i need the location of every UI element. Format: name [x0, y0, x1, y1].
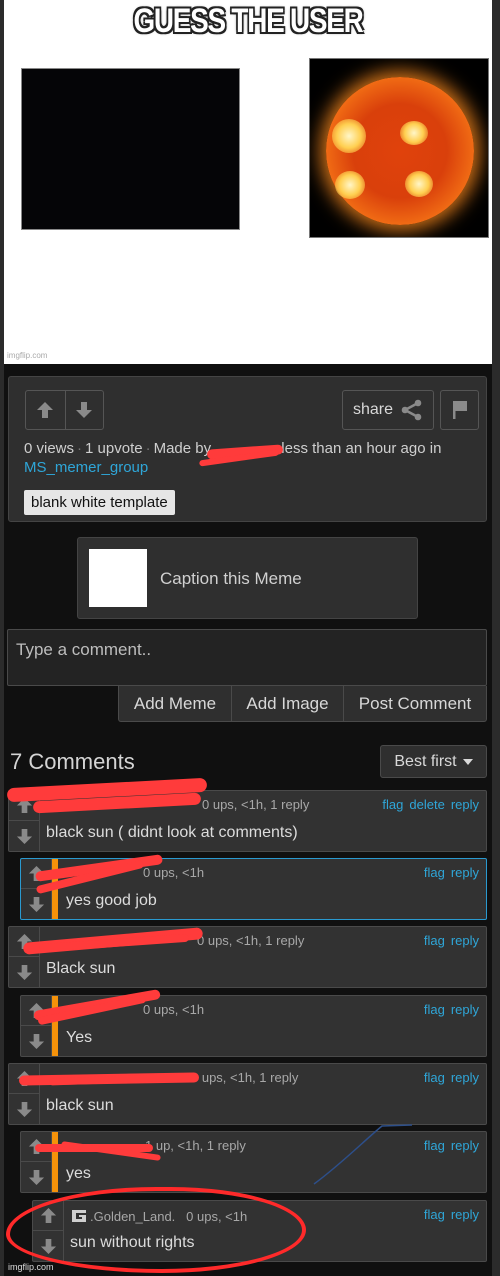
comment-actions: flag reply [424, 1002, 479, 1017]
sun-panel [309, 58, 489, 238]
comment-downvote-button[interactable] [9, 957, 39, 987]
comment-vote [9, 1064, 40, 1124]
flag-button[interactable] [440, 390, 479, 430]
arrow-down-icon [28, 1169, 44, 1185]
comment-form-buttons: Add Meme Add Image Post Comment [118, 686, 487, 722]
comment-meta: 0 ups, <1h, 1 reply [191, 1070, 299, 1085]
upvote-button[interactable] [26, 391, 65, 429]
comment-downvote-button[interactable] [21, 1162, 51, 1192]
comment-downvote-button[interactable] [9, 821, 39, 851]
comment-flag-link[interactable]: flag [424, 1070, 445, 1085]
comment-text: yes good job [66, 892, 157, 909]
comment: 0 ups, <1h, 1 reply black sun ( didnt loo… [6, 777, 487, 852]
post-vote-buttons [25, 390, 104, 430]
comment: 0 ups, <1h, 1 reply Black sun flag reply [8, 926, 487, 988]
reply-indicator [52, 1132, 58, 1192]
meme-image: GUESS THE USER imgflip.com [4, 0, 492, 364]
comment-downvote-button[interactable] [21, 889, 51, 919]
comment-reply-link[interactable]: reply [451, 1138, 479, 1153]
comment-actions: flag reply [424, 933, 479, 948]
comment-meta: 0 ups, <1h, 1 reply [202, 797, 310, 812]
comment-meta: 0 ups, <1h [143, 865, 205, 880]
comment-text: black sun ( didnt look at comments) [46, 824, 298, 841]
arrow-down-icon [28, 896, 44, 912]
post-comment-button[interactable]: Post Comment [343, 686, 486, 721]
sun-flare [400, 121, 428, 145]
add-meme-button[interactable]: Add Meme [119, 686, 231, 721]
caption-label: Caption this Meme [160, 569, 302, 588]
reply-indicator [52, 996, 58, 1056]
comment-vote [9, 927, 40, 987]
black-panel [21, 68, 240, 230]
arrow-down-icon [16, 964, 32, 980]
arrow-up-icon [37, 402, 54, 418]
comments-count: 7 Comments [10, 749, 135, 774]
sun-flare [405, 171, 433, 197]
sort-dropdown[interactable]: Best first [380, 745, 487, 778]
comment-reply-link[interactable]: reply [451, 933, 479, 948]
share-icon [401, 399, 422, 421]
post-time: less than an hour ago in [281, 440, 442, 457]
downvote-button[interactable] [64, 391, 104, 429]
footer-watermark: imgflip.com [8, 1262, 54, 1272]
arrow-down-icon [28, 1033, 44, 1049]
comment-flag-link[interactable]: flag [424, 1138, 445, 1153]
comment-meta: 1 up, <1h, 1 reply [145, 1138, 246, 1153]
sun-flare [335, 171, 365, 199]
comment-downvote-button[interactable] [21, 1026, 51, 1056]
comment-text: yes [66, 1165, 91, 1182]
pen-scribble [313, 1124, 413, 1185]
comment-actions: flag delete reply [382, 797, 479, 812]
comment-text: black sun [46, 1097, 114, 1114]
meme-title: GUESS THE USER [133, 2, 363, 40]
flag-icon [452, 401, 467, 419]
comment: 0 ups, <1h, 1 reply black sun flag reply [8, 1063, 487, 1125]
add-image-button[interactable]: Add Image [231, 686, 343, 721]
sun-flare [332, 119, 366, 153]
views-count: 0 views [24, 440, 75, 457]
comment-text: Black sun [46, 960, 116, 977]
comment-flag-link[interactable]: flag [382, 797, 403, 812]
template-tag[interactable]: blank white template [24, 490, 175, 515]
caret-down-icon [462, 758, 473, 765]
reply-comment: 0 ups, <1h yes good job flag reply [20, 854, 487, 920]
comment-meta: 0 ups, <1h [143, 1002, 205, 1017]
comment-flag-link[interactable]: flag [424, 933, 445, 948]
comment-flag-link[interactable]: flag [424, 865, 445, 880]
annotation-circle [6, 1187, 306, 1273]
caption-this-meme-button[interactable]: Caption this Meme [77, 537, 418, 619]
reply-comment: 0 ups, <1h Yes flag reply [20, 988, 487, 1057]
comment-reply-link[interactable]: reply [451, 797, 479, 812]
share-label: share [352, 401, 394, 418]
comment-text: Yes [66, 1029, 93, 1046]
comment-reply-link[interactable]: reply [451, 1070, 479, 1085]
comment-actions: flag reply [424, 865, 479, 880]
template-thumbnail [89, 549, 147, 607]
comment-reply-link[interactable]: reply [451, 1207, 479, 1222]
comment-downvote-button[interactable] [9, 1094, 39, 1124]
upvote-count: 1 upvote [85, 440, 143, 457]
comment-actions: flag reply [424, 1138, 479, 1153]
sort-value: Best first [394, 752, 457, 770]
comment-actions: flag reply [424, 1207, 479, 1222]
arrow-down-icon [16, 828, 32, 844]
comment-actions: flag reply [424, 1070, 479, 1085]
arrow-down-icon [76, 402, 93, 418]
page: GUESS THE USER imgflip.com share 0 views… [4, 0, 492, 1276]
comment-vote [21, 996, 52, 1056]
share-button[interactable]: share [342, 390, 434, 430]
comment-reply-link[interactable]: reply [451, 865, 479, 880]
comment-reply-link[interactable]: reply [451, 1002, 479, 1017]
comment-flag-link[interactable]: flag [424, 1207, 445, 1222]
made-by-label: Made by [153, 440, 212, 457]
comment-vote [21, 1132, 52, 1192]
comment-delete-link[interactable]: delete [409, 797, 444, 812]
comment-flag-link[interactable]: flag [424, 1002, 445, 1017]
group-link[interactable]: MS_memer_group [24, 459, 148, 476]
comment-input[interactable] [7, 629, 487, 686]
meme-watermark: imgflip.com [7, 351, 48, 360]
comment-meta: 0 ups, <1h, 1 reply [197, 933, 305, 948]
post-info-panel: share 0 views · 1 upvote · Made by less than… [8, 376, 487, 522]
arrow-down-icon [16, 1101, 32, 1117]
